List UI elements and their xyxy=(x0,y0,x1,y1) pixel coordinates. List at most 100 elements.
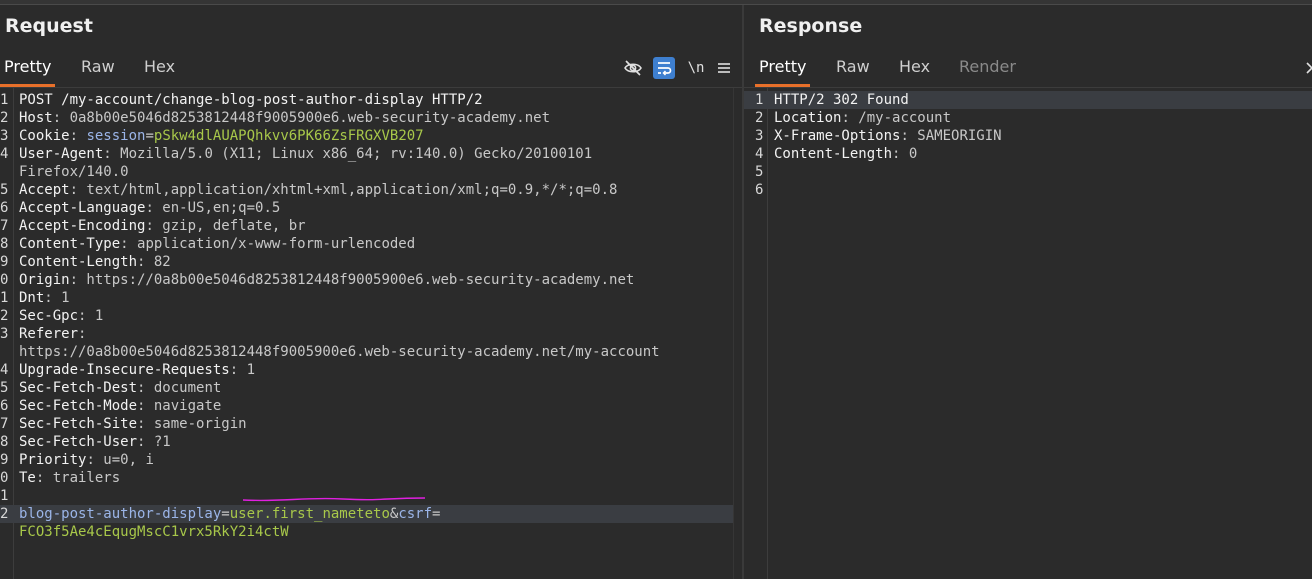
code-line[interactable]: 7 Sec-Fetch-Site: same-origin xyxy=(0,415,742,433)
line-number: 1 xyxy=(755,92,764,108)
code-line[interactable]: 5 Accept: text/html,application/xhtml+xml… xyxy=(0,181,742,199)
token: Location xyxy=(774,110,842,126)
line-text: Host: 0a8b00e5046d8253812448f9005900e6.w… xyxy=(19,109,550,127)
code-line[interactable]: 2 blog-post-author-display=user.first_nam… xyxy=(0,505,742,523)
line-number: 3 xyxy=(755,128,764,144)
code-line[interactable]: 3 Referer: xyxy=(0,325,742,343)
code-line[interactable]: 1 HTTP/2 302 Found xyxy=(744,91,1312,109)
request-tab-pretty[interactable]: Pretty xyxy=(0,50,56,87)
word-wrap-icon[interactable] xyxy=(653,57,675,79)
request-tab-raw[interactable]: Raw xyxy=(77,50,119,87)
token: Dnt xyxy=(19,290,45,306)
line-number: 1 xyxy=(0,92,9,108)
token: Accept-Language xyxy=(19,200,146,216)
chevron-right-icon[interactable] xyxy=(1306,61,1312,79)
line-text: Content-Length: 0 xyxy=(774,145,917,163)
line-number: 3 xyxy=(0,128,9,144)
token: : 82 xyxy=(137,254,171,270)
response-tab-hex[interactable]: Hex xyxy=(895,50,934,87)
code-line[interactable]: 1 Dnt: 1 xyxy=(0,289,742,307)
token: : same-origin xyxy=(137,416,247,432)
response-tab-render[interactable]: Render xyxy=(955,50,1020,87)
code-line[interactable]: 6 Sec-Fetch-Mode: navigate xyxy=(0,397,742,415)
line-text: Sec-Fetch-Mode: navigate xyxy=(19,397,221,415)
line-number: 2 xyxy=(0,308,9,324)
token: : Mozilla/5.0 (X11; Linux x86_64; rv:140… xyxy=(103,146,593,162)
line-number: 8 xyxy=(0,434,9,450)
token: : https://0a8b00e5046d8253812448f9005900… xyxy=(69,272,635,288)
code-line[interactable]: 2 Sec-Gpc: 1 xyxy=(0,307,742,325)
response-editor[interactable]: 1 HTTP/2 302 Found 2 Location: /my-account 3… xyxy=(744,87,1312,579)
token: : /my-account xyxy=(841,110,952,126)
response-tab-raw[interactable]: Raw xyxy=(832,50,874,87)
pink-annotation-underline xyxy=(243,497,425,502)
code-line[interactable]: 1 POST /my-account/change-blog-post-autho… xyxy=(0,91,742,109)
token: csrf xyxy=(398,506,433,522)
request-code[interactable]: 1 POST /my-account/change-blog-post-autho… xyxy=(0,91,742,541)
line-number: 5 xyxy=(0,182,9,198)
line-number: 4 xyxy=(0,146,9,162)
code-line[interactable]: 8 Sec-Fetch-User: ?1 xyxy=(0,433,742,451)
token: : gzip, deflate, br xyxy=(145,218,306,234)
line-text: User-Agent: Mozilla/5.0 (X11; Linux x86_… xyxy=(19,145,592,163)
eye-slash-icon[interactable] xyxy=(622,57,644,79)
line-text: Sec-Fetch-Dest: document xyxy=(19,379,221,397)
token: Content-Length xyxy=(774,146,893,162)
line-number: 1 xyxy=(0,290,9,306)
newline-icon[interactable]: \n xyxy=(685,57,707,79)
line-number: 2 xyxy=(0,110,9,126)
code-line[interactable]: 4 Content-Length: 0 xyxy=(744,145,1312,163)
response-title: Response xyxy=(759,15,863,37)
token: : SAMEORIGIN xyxy=(900,128,1002,144)
line-text: Accept: text/html,application/xhtml+xml,… xyxy=(19,181,617,199)
code-line[interactable]: 5 Sec-Fetch-Dest: document xyxy=(0,379,742,397)
code-line[interactable]: 3 X-Frame-Options: SAMEORIGIN xyxy=(744,127,1312,145)
token: POST /my-account/change-blog-post-author… xyxy=(19,92,483,108)
response-code[interactable]: 1 HTTP/2 302 Found 2 Location: /my-account 3… xyxy=(744,91,1312,199)
line-number: 7 xyxy=(0,218,9,234)
token: session xyxy=(86,128,146,144)
code-line[interactable]: https://0a8b00e5046d8253812448f9005900e6… xyxy=(0,343,742,361)
token: Sec-Fetch-Dest xyxy=(19,380,138,396)
token: blog-post-author-display xyxy=(19,506,222,522)
request-editor[interactable]: 1 POST /my-account/change-blog-post-autho… xyxy=(0,87,742,579)
code-line[interactable]: 9 Priority: u=0, i xyxy=(0,451,742,469)
token: : xyxy=(78,326,87,342)
token: pSkw4dlAUAPQhkvv6PK66ZsFRGXVB207 xyxy=(153,128,424,144)
line-number: 4 xyxy=(0,362,9,378)
line-text: Te: trailers xyxy=(19,469,120,487)
code-line[interactable]: 4 Upgrade-Insecure-Requests: 1 xyxy=(0,361,742,379)
token: : text/html,application/xhtml+xml,applic… xyxy=(69,182,618,198)
line-text: Sec-Fetch-Site: same-origin xyxy=(19,415,247,433)
hamburger-menu-icon[interactable] xyxy=(713,57,735,79)
code-line[interactable]: 0 Te: trailers xyxy=(0,469,742,487)
code-line[interactable]: 9 Content-Length: 82 xyxy=(0,253,742,271)
code-line[interactable]: Firefox/140.0 xyxy=(0,163,742,181)
code-line[interactable]: 6 xyxy=(744,181,1312,199)
token: = xyxy=(145,128,154,144)
token: : en-US,en;q=0.5 xyxy=(145,200,281,216)
token: https://0a8b00e5046d8253812448f9005900e6… xyxy=(19,344,660,360)
request-scrollbar[interactable] xyxy=(733,88,742,579)
token: Sec-Fetch-User xyxy=(19,434,138,450)
code-line[interactable]: 5 xyxy=(744,163,1312,181)
code-line[interactable]: 7 Accept-Encoding: gzip, deflate, br xyxy=(0,217,742,235)
token: Host xyxy=(19,110,53,126)
code-line[interactable]: 0 Origin: https://0a8b00e5046d8253812448f… xyxy=(0,271,742,289)
code-line[interactable]: 4 User-Agent: Mozilla/5.0 (X11; Linux x86… xyxy=(0,145,742,163)
line-number: 5 xyxy=(0,380,9,396)
code-line[interactable]: 2 Location: /my-account xyxy=(744,109,1312,127)
code-line[interactable]: FCO3f5Ae4cEqugMscC1vrx5RkY2i4ctW xyxy=(0,523,742,541)
code-line[interactable]: 3 Cookie: session=pSkw4dlAUAPQhkvv6PK66Zs… xyxy=(0,127,742,145)
code-line[interactable]: 2 Host: 0a8b00e5046d8253812448f9005900e6.… xyxy=(0,109,742,127)
request-tab-hex[interactable]: Hex xyxy=(140,50,179,87)
token: : trailers xyxy=(35,470,121,486)
token: : xyxy=(69,128,87,144)
token: Te xyxy=(19,470,36,486)
code-line[interactable]: 8 Content-Type: application/x-www-form-ur… xyxy=(0,235,742,253)
line-text: Cookie: session=pSkw4dlAUAPQhkvv6PK66ZsF… xyxy=(19,127,424,145)
code-line[interactable]: 6 Accept-Language: en-US,en;q=0.5 xyxy=(0,199,742,217)
token: Firefox/140.0 xyxy=(19,164,129,180)
response-tab-pretty[interactable]: Pretty xyxy=(755,50,811,87)
line-text: blog-post-author-display=user.first_name… xyxy=(19,505,440,523)
